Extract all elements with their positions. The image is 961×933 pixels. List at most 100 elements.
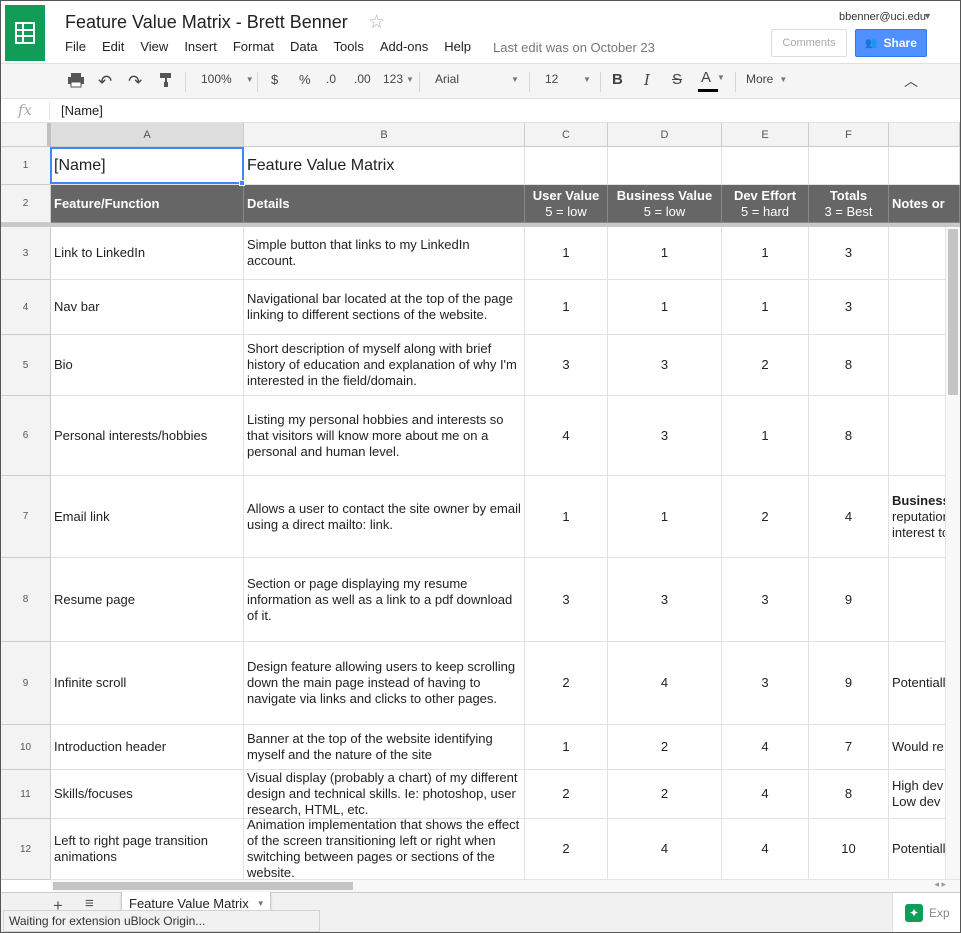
menu-file[interactable]: File	[65, 39, 86, 54]
increase-decimal-button[interactable]: .00	[354, 72, 371, 86]
cell-dev-effort[interactable]: 2	[722, 335, 809, 396]
cell-total[interactable]: 8	[809, 335, 889, 396]
scroll-arrows-icon[interactable]: ◂ ▸	[934, 879, 946, 890]
menu-view[interactable]: View	[140, 39, 168, 54]
header-notes[interactable]: Notes or	[889, 185, 960, 223]
cell-details[interactable]: Allows a user to contact the site owner …	[244, 476, 525, 558]
cell-dev-effort[interactable]: 2	[722, 476, 809, 558]
menu-insert[interactable]: Insert	[184, 39, 217, 54]
menu-edit[interactable]: Edit	[102, 39, 124, 54]
cell-b1[interactable]: Feature Value Matrix	[244, 147, 525, 185]
cell-a1[interactable]: [Name]	[51, 147, 244, 185]
row-header[interactable]: 3	[1, 227, 51, 280]
cell-total[interactable]: 10	[809, 819, 889, 880]
explore-button[interactable]: ✦ Exp	[892, 893, 960, 932]
redo-icon[interactable]: ↷	[128, 72, 142, 92]
sheets-logo-icon[interactable]	[5, 5, 45, 61]
cell-feature[interactable]: Left to right page transition animations	[51, 819, 244, 880]
cell-dev-effort[interactable]: 1	[722, 280, 809, 335]
cell-total[interactable]: 3	[809, 227, 889, 280]
header-business-value[interactable]: Business Value 5 = low	[608, 185, 722, 223]
document-title[interactable]: Feature Value Matrix - Brett Benner	[65, 12, 348, 33]
zoom-select[interactable]: 100% ▼	[201, 72, 254, 86]
row-header[interactable]: 9	[1, 642, 51, 725]
cell-details[interactable]: Banner at the top of the website identif…	[244, 725, 525, 770]
cell-user-value[interactable]: 2	[525, 642, 608, 725]
cell-user-value[interactable]: 3	[525, 558, 608, 642]
cell-feature[interactable]: Skills/focuses	[51, 770, 244, 819]
cell-feature[interactable]: Infinite scroll	[51, 642, 244, 725]
cell-f1[interactable]	[809, 147, 889, 185]
cell-business-value[interactable]: 1	[608, 227, 722, 280]
cell-user-value[interactable]: 1	[525, 227, 608, 280]
cell-d1[interactable]	[608, 147, 722, 185]
cell-dev-effort[interactable]: 4	[722, 725, 809, 770]
cell-dev-effort[interactable]: 4	[722, 819, 809, 880]
comments-button[interactable]: Comments	[771, 29, 847, 57]
cell-details[interactable]: Visual display (probably a chart) of my …	[244, 770, 525, 819]
collapse-icon[interactable]: ︿	[904, 71, 918, 91]
column-header-e[interactable]: E	[722, 123, 809, 147]
cell-feature[interactable]: Personal interests/hobbies	[51, 396, 244, 476]
cell-user-value[interactable]: 2	[525, 770, 608, 819]
cell-business-value[interactable]: 1	[608, 476, 722, 558]
cell-details[interactable]: Simple button that links to my LinkedIn …	[244, 227, 525, 280]
row-header[interactable]: 6	[1, 396, 51, 476]
cell-user-value[interactable]: 1	[525, 725, 608, 770]
column-header-c[interactable]: C	[525, 123, 608, 147]
column-header-b[interactable]: B	[244, 123, 525, 147]
cell-business-value[interactable]: 1	[608, 280, 722, 335]
more-button[interactable]: More ▼	[746, 72, 787, 86]
cell-feature[interactable]: Resume page	[51, 558, 244, 642]
select-all-corner[interactable]	[1, 123, 51, 147]
cell-e1[interactable]	[722, 147, 809, 185]
cell-g1[interactable]	[889, 147, 960, 185]
cell-total[interactable]: 7	[809, 725, 889, 770]
cell-details[interactable]: Short description of myself along with b…	[244, 335, 525, 396]
vertical-scrollbar[interactable]	[945, 227, 960, 879]
font-size-select[interactable]: 12 ▼	[545, 72, 591, 86]
cell-business-value[interactable]: 2	[608, 725, 722, 770]
menu-addons[interactable]: Add-ons	[380, 39, 428, 54]
column-header-a[interactable]: A	[51, 123, 244, 147]
column-header-f[interactable]: F	[809, 123, 889, 147]
cell-user-value[interactable]: 1	[525, 476, 608, 558]
cell-user-value[interactable]: 4	[525, 396, 608, 476]
cell-business-value[interactable]: 3	[608, 558, 722, 642]
row-header[interactable]: 1	[1, 147, 51, 185]
cell-c1[interactable]	[525, 147, 608, 185]
cell-feature[interactable]: Nav bar	[51, 280, 244, 335]
cell-total[interactable]: 4	[809, 476, 889, 558]
row-header[interactable]: 12	[1, 819, 51, 880]
column-header-d[interactable]: D	[608, 123, 722, 147]
cell-feature[interactable]: Email link	[51, 476, 244, 558]
formula-input[interactable]: [Name]	[61, 103, 103, 118]
percent-button[interactable]: %	[299, 72, 311, 87]
cell-feature[interactable]: Link to LinkedIn	[51, 227, 244, 280]
row-header[interactable]: 10	[1, 725, 51, 770]
cell-total[interactable]: 8	[809, 396, 889, 476]
row-header[interactable]: 7	[1, 476, 51, 558]
cell-dev-effort[interactable]: 1	[722, 227, 809, 280]
account-email[interactable]: bbenner@uci.edu	[839, 11, 926, 23]
cell-user-value[interactable]: 3	[525, 335, 608, 396]
fill-handle[interactable]	[239, 180, 245, 186]
cell-business-value[interactable]: 2	[608, 770, 722, 819]
row-header[interactable]: 2	[1, 185, 51, 223]
cell-dev-effort[interactable]: 4	[722, 770, 809, 819]
menu-format[interactable]: Format	[233, 39, 274, 54]
cell-details[interactable]: Navigational bar located at the top of t…	[244, 280, 525, 335]
decrease-decimal-button[interactable]: .0	[326, 72, 336, 86]
cell-user-value[interactable]: 2	[525, 819, 608, 880]
text-color-button[interactable]: A ▼	[701, 69, 725, 86]
last-edit-link[interactable]: Last edit was on October 23	[493, 40, 655, 55]
cell-details[interactable]: Listing my personal hobbies and interest…	[244, 396, 525, 476]
cell-user-value[interactable]: 1	[525, 280, 608, 335]
menu-tools[interactable]: Tools	[333, 39, 363, 54]
column-header-g[interactable]	[889, 123, 960, 147]
cell-details[interactable]: Animation implementation that shows the …	[244, 819, 525, 880]
row-header[interactable]: 8	[1, 558, 51, 642]
cell-total[interactable]: 8	[809, 770, 889, 819]
row-header[interactable]: 5	[1, 335, 51, 396]
row-header[interactable]: 4	[1, 280, 51, 335]
